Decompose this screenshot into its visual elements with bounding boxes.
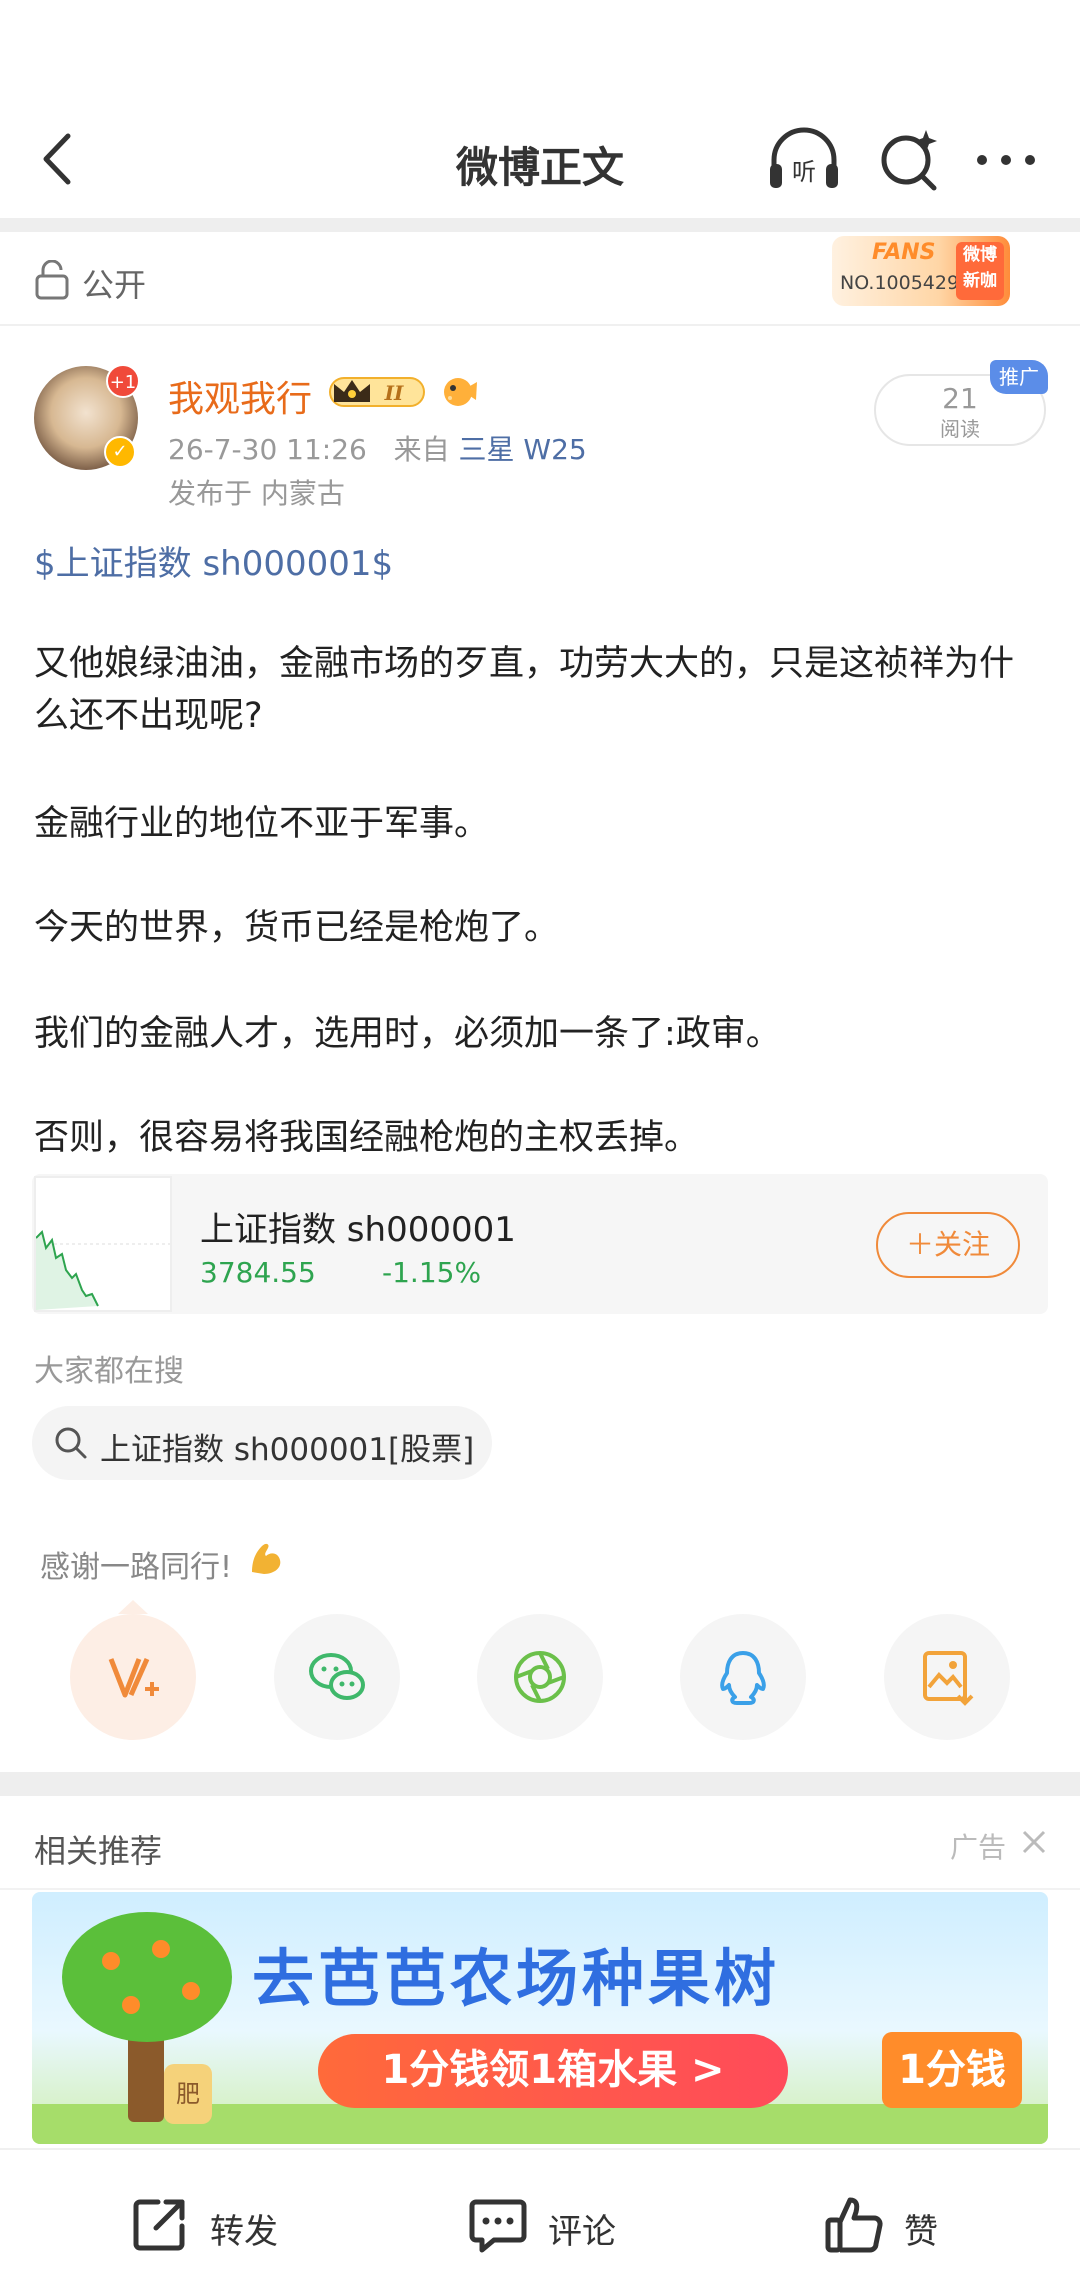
search-suggestion-text: 上证指数 sh000001[股票] [100,1432,475,1468]
share-qq-button[interactable] [680,1614,806,1740]
search-sparkle-icon[interactable] [870,122,950,198]
fruit [182,1982,200,2000]
stock-change: -1.15% [382,1256,482,1289]
lock-icon [35,260,69,300]
avatar-plus-badge: +1 [106,364,140,398]
top-nav-bar: 微博正文 听 [0,100,1080,220]
pufferfish-icon [444,378,477,406]
save-image-icon [923,1651,974,1706]
source-prefix: 来自 [393,433,450,466]
like-label: 赞 [904,2212,938,2252]
post-location: 发布于 内蒙古 [168,477,345,510]
verified-icon: ✓ [104,436,136,468]
fruit [102,1952,120,1970]
stock-sparkline [34,1176,172,1312]
qq-icon [720,1651,766,1705]
close-icon[interactable] [1020,1828,1048,1856]
follow-stock-button[interactable]: ＋关注 [876,1212,1020,1278]
wechat-icon [309,1653,365,1700]
share-save-image-button[interactable] [884,1614,1010,1740]
ad-banner[interactable]: 肥 去芭芭农场种果树 1分钱领1箱水果 > 1分钱 [32,1892,1048,2144]
comment-icon [469,2199,527,2253]
fruit-tree-icon [62,1912,232,2042]
stock-topic-link[interactable]: $上证指数 sh000001$ [34,536,393,585]
listen-label: 听 [792,158,816,186]
flexed-biceps-icon [252,1543,281,1574]
post-paragraph: 否则，很容易将我国经融枪炮的主权丢掉。 [34,1118,700,1158]
comment-label: 评论 [548,2212,616,2252]
repost-icon [133,2199,185,2251]
moments-icon [514,1651,566,1703]
member-crown-icon: II [329,377,425,407]
section-divider [0,1772,1080,1796]
post-paragraph: 又他娘绿油油，金融市场的歹直，功劳大大的，只是这祯祥为什么还不出现呢? [34,644,1015,736]
search-icon [55,1427,87,1459]
fans-badge-tag: 微博新咖 [956,242,1004,300]
fertilizer-bag-label: 肥 [164,2064,212,2124]
search-suggestion-chip[interactable]: 上证指数 sh000001[股票] [32,1406,492,1480]
fans-badge[interactable]: FANS NO.1005429 微博新咖 [832,236,1010,306]
stock-card[interactable]: 上证指数 sh000001 3784.55 -1.15% ＋关注 [32,1174,1048,1314]
read-label: 阅读 [940,417,980,441]
share-moments-button[interactable] [477,1614,603,1740]
share-pointer [118,1600,148,1614]
fans-badge-title: FANS [872,240,936,265]
post-paragraph: 今天的世界，货币已经是枪炮了。 [34,908,560,948]
repost-label: 转发 [210,2212,278,2252]
related-divider [0,1888,1080,1890]
banner-price-tag: 1分钱 [882,2032,1022,2108]
visibility-row: 公开 FANS NO.1005429 微博新咖 [0,232,1080,326]
post-time: 26-7-30 11:26 [168,433,367,466]
trending-search-title: 大家都在搜 [34,1354,184,1389]
listen-icon[interactable]: 听 [764,122,844,198]
stock-price: 3784.55 [200,1256,316,1289]
share-wechat-button[interactable] [274,1614,400,1740]
ad-label: 广告 [950,1831,1007,1864]
post-paragraph: 金融行业的地位不亚于军事。 [34,804,490,844]
fans-badge-number: NO.1005429 [840,272,960,294]
promote-badge[interactable]: 推广 [990,360,1048,394]
header-divider [0,218,1080,232]
follow-label: 关注 [934,1228,991,1261]
more-icon[interactable] [966,122,1046,198]
author-name[interactable]: 我观我行 [168,370,312,422]
bottom-action-bar: 转发 评论 赞 [0,2148,1080,2292]
vplus-icon [108,1657,159,1698]
share-vplus-button[interactable] [70,1614,196,1740]
stock-name: 上证指数 sh000001 [200,1210,516,1250]
banner-title: 去芭芭农场种果树 [252,1942,781,2015]
visibility-label: 公开 [82,266,147,304]
fruit [152,1940,170,1958]
banner-cta-button[interactable]: 1分钱领1箱水果 > [318,2034,788,2108]
plus-icon: ＋ [905,1228,934,1261]
thumbs-up-icon [825,2197,883,2253]
thanks-text: 感谢一路同行! [40,1550,233,1585]
fruit [122,1996,140,2014]
post-source[interactable]: 三星 W25 [459,433,587,466]
member-level: II [384,381,404,405]
post-paragraph: 我们的金融人才，选用时，必须加一条了:政审。 [34,1014,781,1054]
post-meta: 26-7-30 11:26 来自 三星 W25 [168,428,587,468]
related-title: 相关推荐 [34,1832,163,1870]
